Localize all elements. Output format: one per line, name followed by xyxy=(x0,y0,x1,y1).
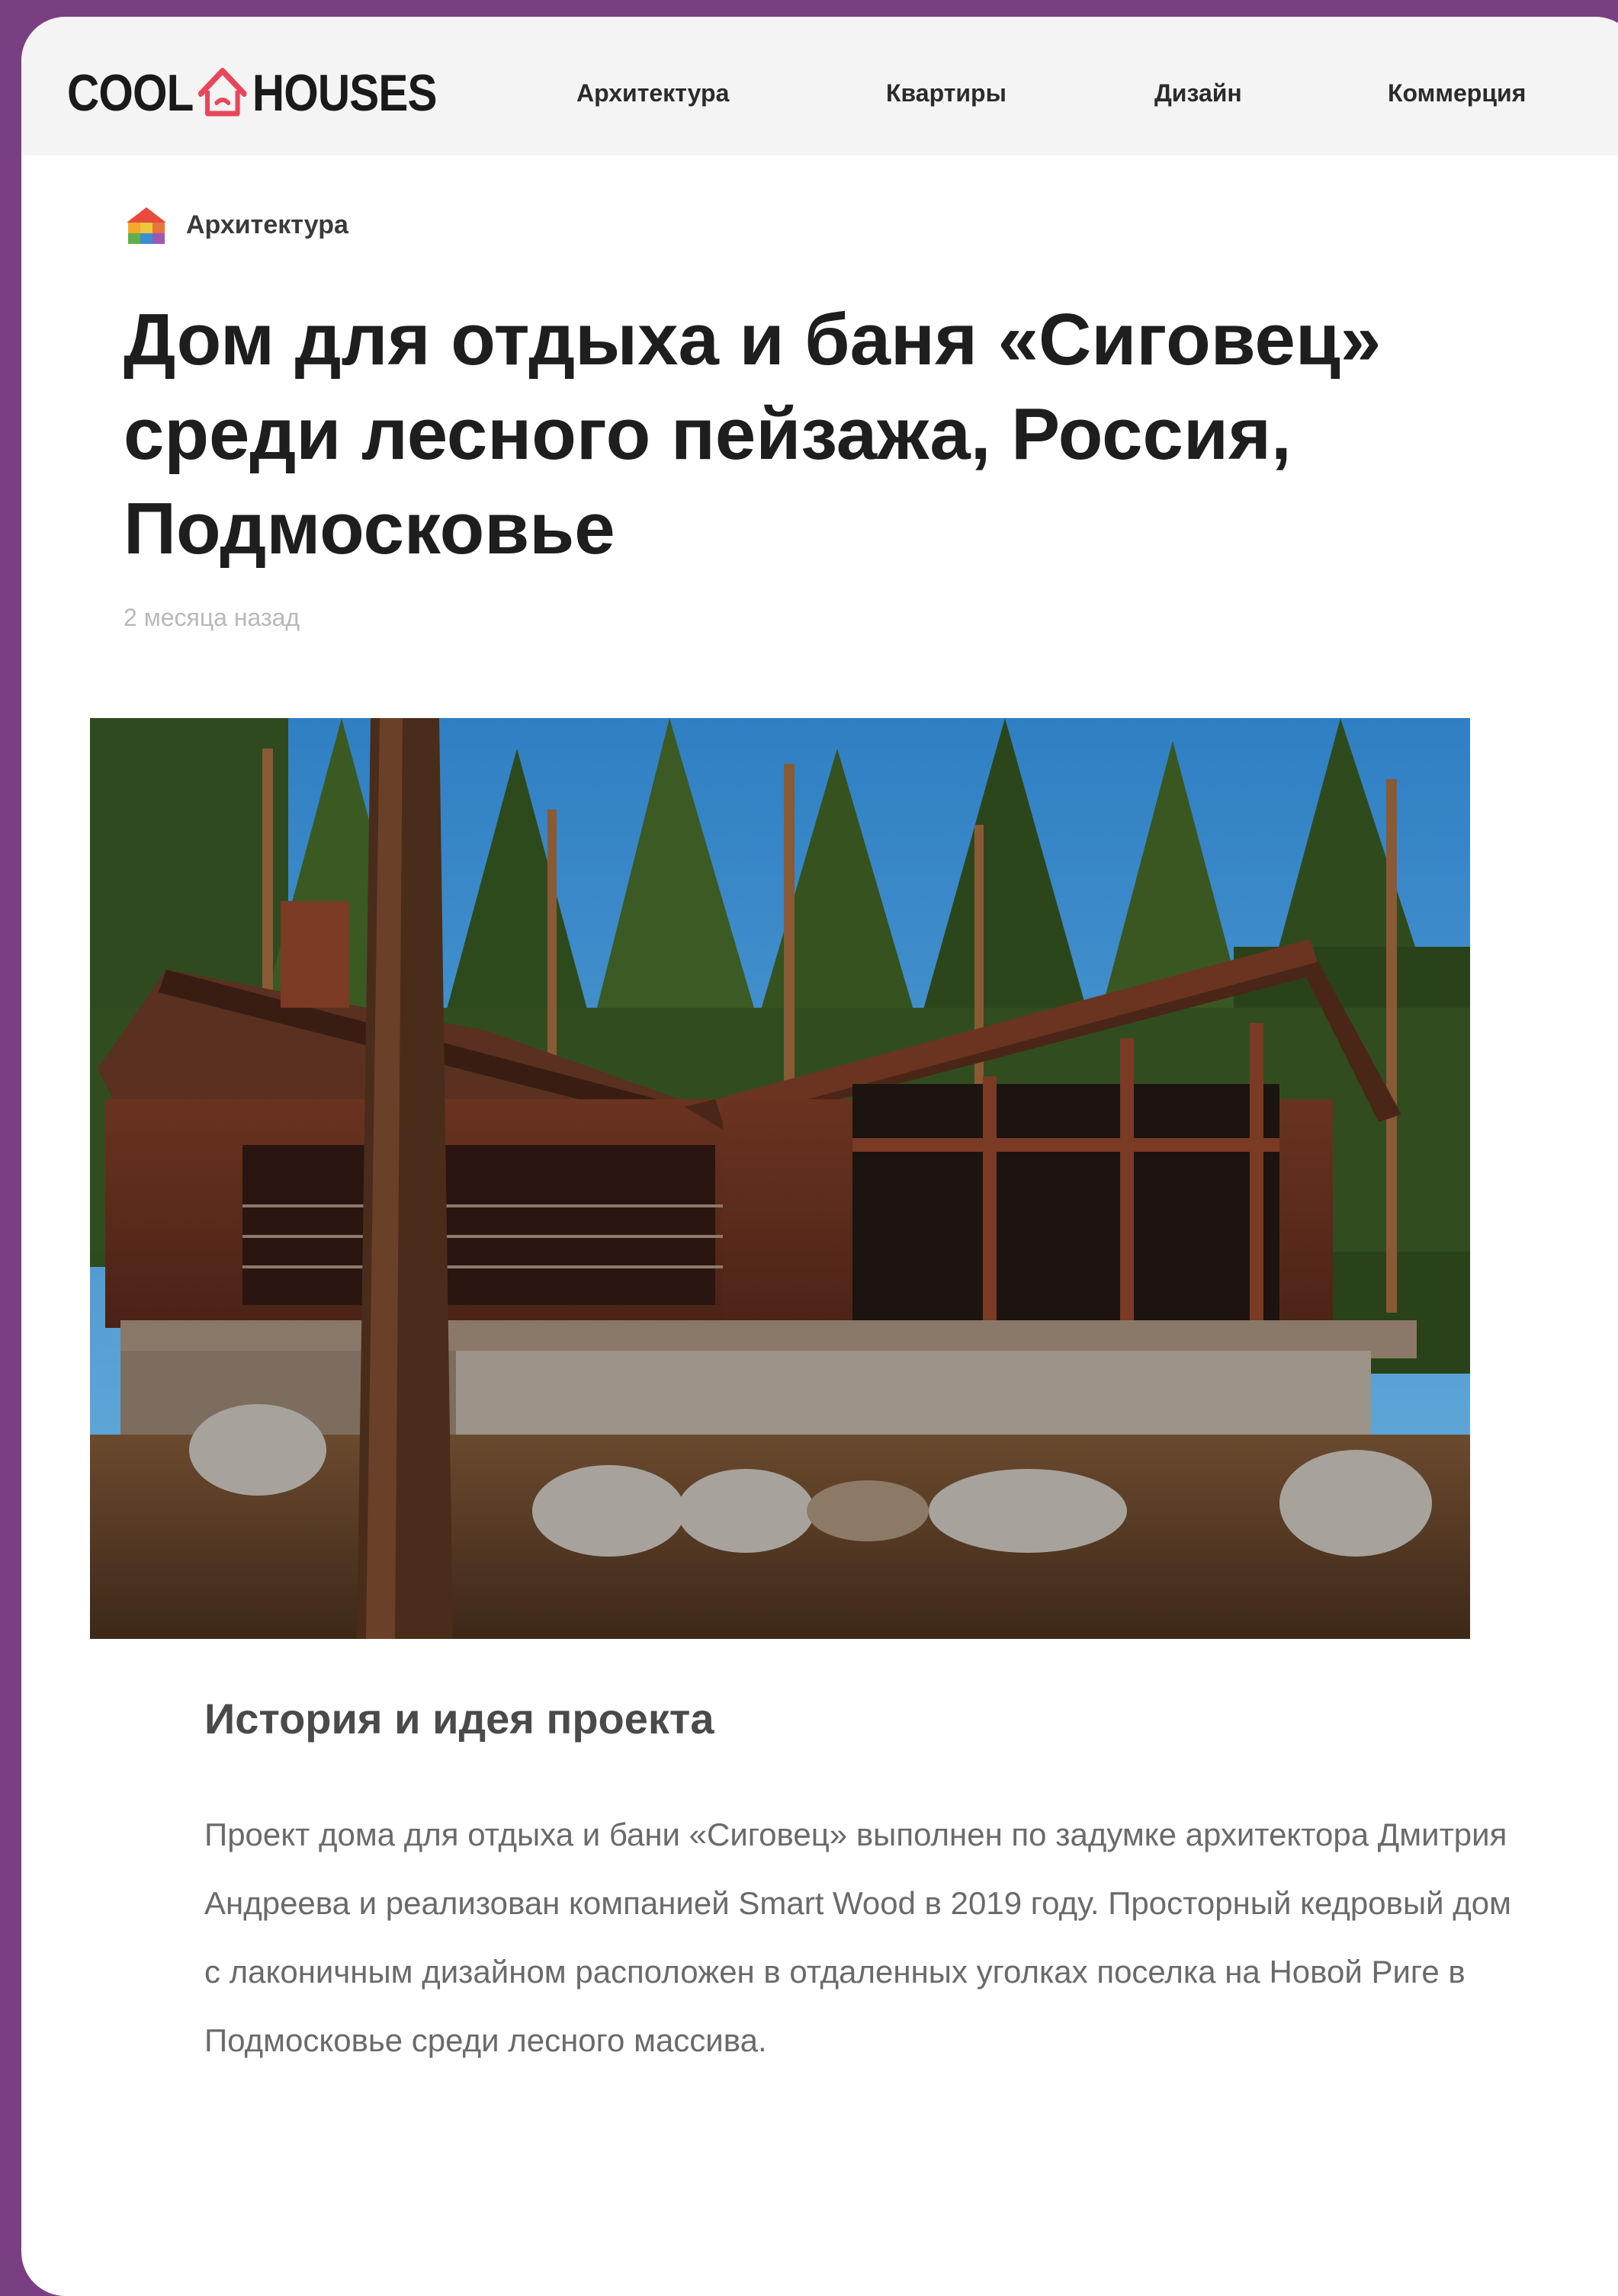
category-label: Архитектура xyxy=(186,210,348,239)
article-hero-image xyxy=(90,718,1470,1639)
logo-text-left: COOL xyxy=(67,64,194,122)
article-date: 2 месяца назад xyxy=(124,604,300,631)
article-category[interactable]: Архитектура xyxy=(124,204,348,245)
site-logo[interactable]: COOL HOUSES xyxy=(67,55,438,131)
colorful-house-icon xyxy=(127,207,166,244)
site-header: COOL HOUSES Архитектура Квартиры Дизайн … xyxy=(21,17,1618,156)
article-paragraph: Проект дома для отдыха и бани «Сиговец» … xyxy=(204,1817,1512,2058)
nav-item-architecture[interactable]: Архитектура xyxy=(576,79,729,107)
nav-item-apartments[interactable]: Квартиры xyxy=(886,79,1006,107)
section-title: История и идея проекта xyxy=(204,1695,714,1743)
logo-text-right: HOUSES xyxy=(252,64,438,122)
nav-item-design[interactable]: Дизайн xyxy=(1154,79,1242,107)
browser-frame: COOL HOUSES Архитектура Квартиры Дизайн … xyxy=(21,17,1618,2296)
nav-item-commerce[interactable]: Коммерция xyxy=(1388,79,1526,107)
article-title: Дом для отдыха и баня «Сиговец» среди ле… xyxy=(124,299,1382,569)
house-logo-icon xyxy=(198,68,248,117)
